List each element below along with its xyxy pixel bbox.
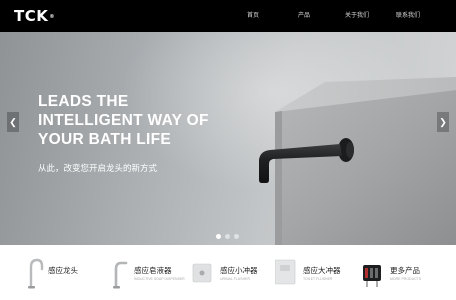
nav-home[interactable]: 首页 [247,12,259,20]
hero-subtitle: 从此，改变您开启龙头的新方式 [38,163,158,173]
carousel-prev-button[interactable]: ❮ [7,112,19,132]
concrete-block [275,90,456,245]
product-faucet[interactable]: 感应龙头 [22,255,102,291]
carousel-dot-1[interactable] [216,234,221,239]
chevron-left-icon: ❮ [9,117,17,127]
product-desc: TOILET FLUSHER [303,277,333,281]
hero-title-line: LEADS THE [38,93,129,110]
product-desc: URINAL FLUSHER [220,277,251,281]
nav-about[interactable]: 关于我们 [345,12,369,20]
product-name: 更多产品 [390,266,420,275]
soap-dispenser-icon [113,261,128,289]
carousel-dot-3[interactable] [234,234,239,239]
product-name: 感应大冲器 [303,266,341,275]
hero-title-line: YOUR BATH LIFE [38,131,172,148]
hero-banner: LEADS THE INTELLIGENT WAY OF YOUR BATH L… [0,32,456,245]
product-desc: INDUCTIVE SOAP DISPENSER [134,277,185,281]
toilet-flusher-icon [275,259,296,285]
product-toilet-flusher[interactable]: 感应大冲器 TOILET FLUSHER [275,255,355,291]
top-header: TCK® 首页 产品 关于我们 联系我们 [0,0,456,32]
carousel-dot-2[interactable] [225,234,230,239]
nav-products[interactable]: 产品 [298,12,310,20]
product-name: 感应小冲器 [220,266,258,275]
urinal-flusher-icon [192,263,212,283]
product-soap-dispenser[interactable]: 感应皂液器 INDUCTIVE SOAP DISPENSER [106,255,186,291]
product-more[interactable]: 更多产品 MORE PRODUCTS [361,255,441,291]
carousel-next-button[interactable]: ❯ [437,112,449,132]
product-name: 感应皂液器 [134,266,172,275]
hero-title: LEADS THE INTELLIGENT WAY OF YOUR BATH L… [38,92,268,149]
nav-contact[interactable]: 联系我们 [396,12,420,20]
logo-text: TCK [14,7,49,25]
product-urinal-flusher[interactable]: 感应小冲器 URINAL FLUSHER [192,255,272,291]
more-products-icon [363,265,381,287]
product-category-bar: 感应龙头 感应皂液器 INDUCTIVE SOAP DISPENSER 感应小冲… [0,245,456,300]
hero-title-line: INTELLIGENT WAY OF [38,112,209,129]
concrete-block-edge [275,111,282,245]
product-desc: MORE PRODUCTS [390,277,422,281]
faucet-icon [28,258,44,289]
chevron-right-icon: ❯ [439,117,447,127]
logo[interactable]: TCK® [14,8,55,24]
registered-mark: ® [49,14,55,20]
product-name: 感应龙头 [48,266,78,275]
